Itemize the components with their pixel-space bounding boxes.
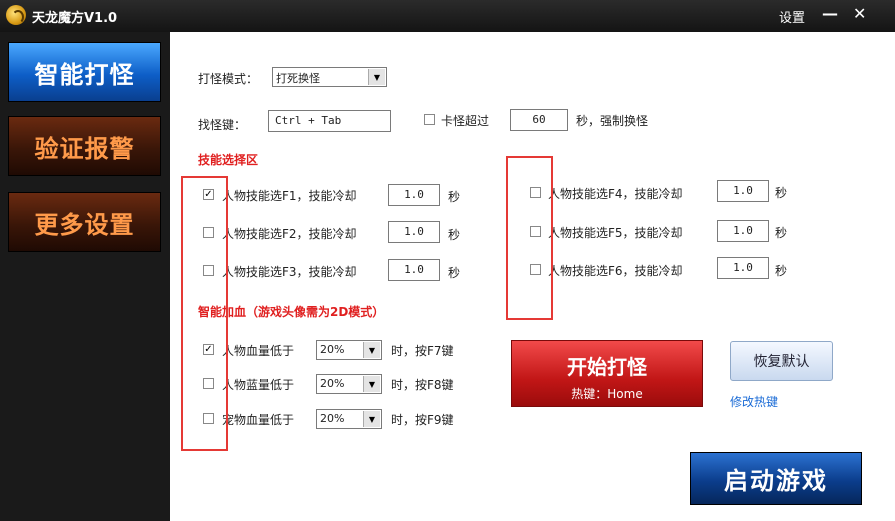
skill-f5-unit: 秒 [775, 226, 788, 240]
heal-hp-select[interactable]: 20% ▼ [316, 340, 382, 360]
stuck-label: 卡怪超过 [441, 114, 490, 128]
stuck-suffix: 秒，强制换怪 [576, 114, 649, 128]
find-key-label: 找怪键： [198, 118, 247, 132]
launch-game-button[interactable]: 启动游戏 [690, 452, 862, 505]
chevron-down-icon: ▼ [363, 411, 380, 427]
heal-mp-value: 20% [320, 377, 345, 390]
settings-button[interactable]: 设置 [779, 7, 805, 26]
heal-hp-suffix: 时，按F7键 [391, 344, 454, 358]
skill-f3-label: 人物技能选F3，技能冷却 [222, 265, 357, 279]
heal-mp-select[interactable]: 20% ▼ [316, 374, 382, 394]
skill-f6-label: 人物技能选F6，技能冷却 [548, 264, 683, 278]
skill-f5-label: 人物技能选F5，技能冷却 [548, 226, 683, 240]
app-title: 天龙魔方V1.0 [32, 11, 118, 26]
skill-f3-cooldown-input[interactable]: 1.0 [388, 259, 440, 281]
heal-hp-label: 人物血量低于 [222, 344, 295, 358]
skills-section-title: 技能选择区 [198, 153, 259, 167]
app-logo-icon [6, 5, 26, 25]
sidebar-item-smart-attack[interactable]: 智能打怪 [8, 42, 161, 102]
skill-f4-label: 人物技能选F4，技能冷却 [548, 187, 683, 201]
skill-f1-label: 人物技能选F1，技能冷却 [222, 189, 357, 203]
chevron-down-icon: ▼ [368, 69, 385, 85]
heal-pet-select[interactable]: 20% ▼ [316, 409, 382, 429]
heal-mp-label: 人物蓝量低于 [222, 378, 295, 392]
close-button[interactable]: ✕ [853, 4, 866, 23]
title-bar: 天龙魔方V1.0 设置 — ✕ [0, 0, 895, 32]
chevron-down-icon: ▼ [363, 342, 380, 358]
mode-value: 打死换怪 [276, 72, 320, 85]
skill-f5-cooldown-input[interactable]: 1.0 [717, 220, 769, 242]
highlight-box-right [506, 156, 553, 320]
stuck-seconds-input[interactable]: 60 [510, 109, 568, 131]
heal-pet-suffix: 时，按F9键 [391, 413, 454, 427]
edit-hotkey-link[interactable]: 修改热键 [730, 393, 778, 410]
skill-f1-unit: 秒 [448, 190, 461, 204]
mode-label: 打怪模式： [198, 72, 259, 86]
start-attack-label: 开始打怪 [567, 355, 647, 379]
skill-f6-cooldown-input[interactable]: 1.0 [717, 257, 769, 279]
mode-select[interactable]: 打死换怪 ▼ [272, 67, 387, 87]
minimize-button[interactable]: — [822, 4, 838, 23]
start-attack-button[interactable]: 开始打怪 热键：Home [511, 340, 703, 407]
skill-f6-unit: 秒 [775, 264, 788, 278]
restore-defaults-button[interactable]: 恢复默认 [730, 341, 833, 381]
heal-mp-suffix: 时，按F8键 [391, 378, 454, 392]
skill-f3-unit: 秒 [448, 266, 461, 280]
highlight-box-left [181, 176, 228, 451]
find-key-input[interactable]: Ctrl + Tab [268, 110, 391, 132]
heal-pet-label: 宠物血量低于 [222, 413, 295, 427]
stuck-checkbox[interactable] [424, 114, 435, 125]
skill-f2-cooldown-input[interactable]: 1.0 [388, 221, 440, 243]
chevron-down-icon: ▼ [363, 376, 380, 392]
sidebar-item-verify-alarm[interactable]: 验证报警 [8, 116, 161, 176]
sidebar-item-more-settings[interactable]: 更多设置 [8, 192, 161, 252]
sidebar: 智能打怪 验证报警 更多设置 [0, 32, 170, 521]
start-attack-hotkey: 热键：Home [571, 387, 643, 401]
heal-pet-value: 20% [320, 412, 345, 425]
skill-f1-cooldown-input[interactable]: 1.0 [388, 184, 440, 206]
skill-f2-unit: 秒 [448, 228, 461, 242]
skill-f2-label: 人物技能选F2，技能冷却 [222, 227, 357, 241]
skill-f4-unit: 秒 [775, 186, 788, 200]
skill-f4-cooldown-input[interactable]: 1.0 [717, 180, 769, 202]
heal-hp-value: 20% [320, 343, 345, 356]
